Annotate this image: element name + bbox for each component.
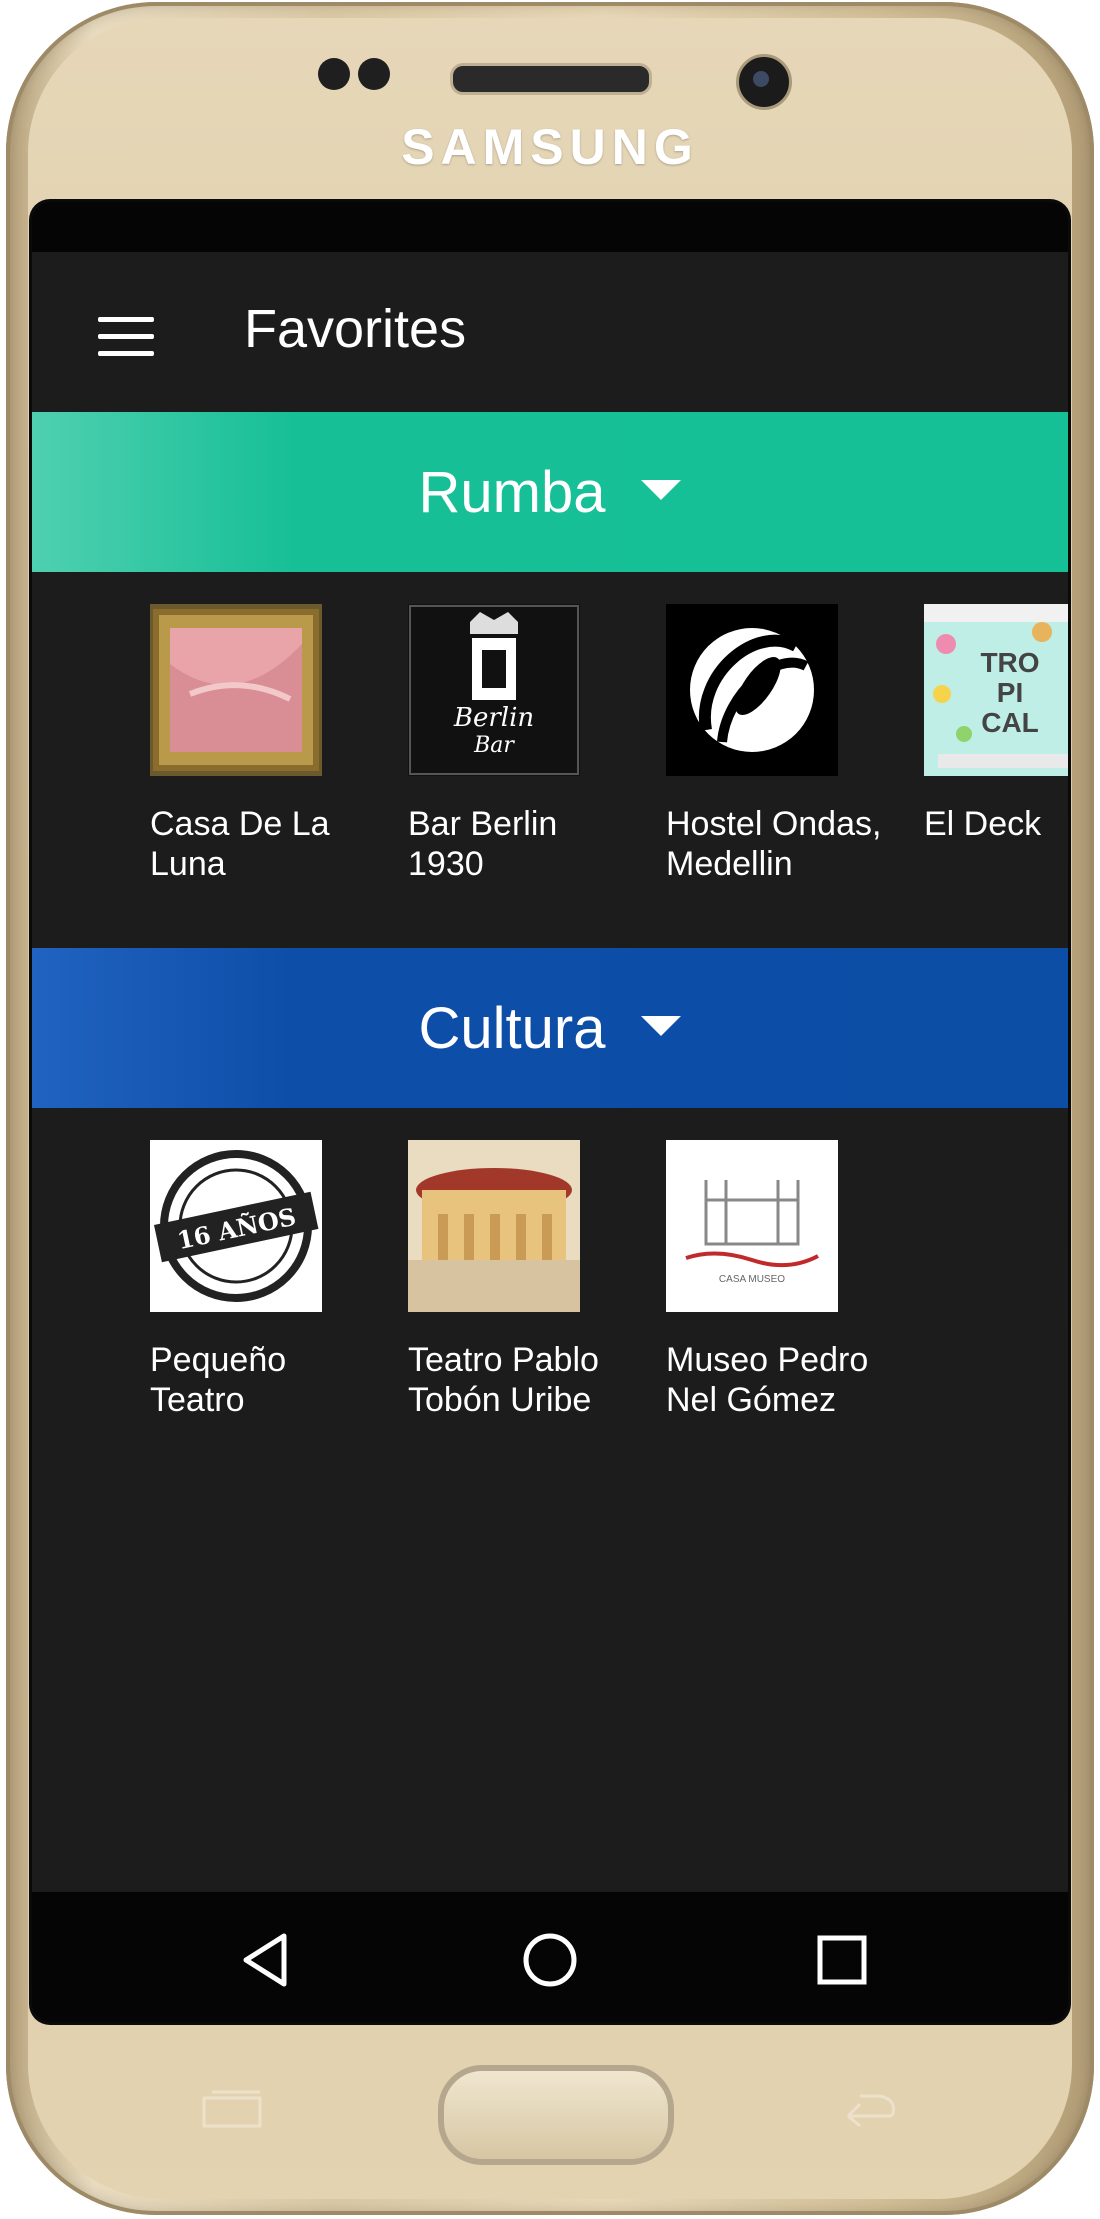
- item-label: Pequeño Teatro: [150, 1341, 287, 1419]
- item-label: Bar Berlin 1930: [408, 805, 558, 883]
- section-header-cultura[interactable]: Cultura: [32, 948, 1068, 1108]
- favorite-item-casa-de-la-luna[interactable]: Casa De La Luna: [150, 604, 390, 884]
- favorite-item-teatro-pablo-tobon-uribe[interactable]: Teatro Pablo Tobón Uribe: [408, 1140, 648, 1420]
- teatro-pablo-tobon-thumbnail: [408, 1140, 580, 1312]
- page-title: Favorites: [244, 299, 467, 359]
- pequeno-teatro-thumbnail: 16 AÑOS: [150, 1140, 322, 1312]
- screen: Favorites Rumba Casa De La Luna Berlin B…: [32, 202, 1068, 2022]
- favorite-item-el-deck[interactable]: TRO PI CAL El Deck: [924, 604, 1068, 844]
- hardware-home-button[interactable]: [438, 2065, 674, 2165]
- thumb-text: TRO: [980, 647, 1039, 678]
- hardware-back-icon[interactable]: [836, 2086, 902, 2134]
- favorite-item-pequeno-teatro[interactable]: 16 AÑOS Pequeño Teatro: [150, 1140, 390, 1420]
- favorite-item-museo-pedro-nel-gomez[interactable]: CASA MUSEO Museo Pedro Nel Gómez: [666, 1140, 906, 1420]
- favorite-item-hostel-ondas[interactable]: Hostel Ondas, Medellin: [666, 604, 906, 884]
- thumb-text: Berlin: [453, 703, 534, 733]
- sensor-dot: [358, 58, 390, 90]
- app-bar: Favorites: [32, 252, 1068, 412]
- hamburger-menu-icon[interactable]: [98, 317, 154, 356]
- brand-logo: SAMSUNG: [401, 119, 699, 175]
- thumb-text: CAL: [981, 707, 1039, 738]
- section-title: Rumba: [418, 459, 606, 525]
- home-circle-icon[interactable]: [520, 1930, 580, 1990]
- earpiece-speaker: [450, 63, 652, 95]
- item-label: Museo Pedro Nel Gómez: [666, 1341, 869, 1419]
- item-label: Casa De La Luna: [150, 805, 330, 883]
- dropdown-caret-icon: [641, 1016, 682, 1036]
- bar-berlin-thumbnail: Berlin Bar: [408, 604, 580, 776]
- el-deck-thumbnail: TRO PI CAL: [924, 604, 1068, 776]
- favorite-item-bar-berlin-1930[interactable]: Berlin Bar Bar Berlin 1930: [408, 604, 648, 884]
- rumba-row: Casa De La Luna Berlin Bar Bar Berlin 19…: [32, 604, 1068, 934]
- back-icon[interactable]: [236, 1930, 296, 1990]
- dropdown-caret-icon: [641, 480, 682, 500]
- sensor-dot: [318, 58, 350, 90]
- thumb-text: CASA MUSEO: [719, 1274, 785, 1285]
- museo-pedro-nel-gomez-thumbnail: CASA MUSEO: [666, 1140, 838, 1312]
- status-bar: [32, 202, 1068, 252]
- item-label: El Deck: [924, 805, 1042, 843]
- section-title: Cultura: [418, 995, 606, 1061]
- hostel-ondas-thumbnail: [666, 604, 838, 776]
- thumb-text: PI: [997, 677, 1023, 708]
- casa-de-la-luna-thumbnail: [150, 604, 322, 776]
- hardware-recents-icon[interactable]: [200, 2086, 266, 2134]
- front-camera: [736, 54, 792, 110]
- item-label: Hostel Ondas, Medellin: [666, 805, 882, 883]
- recents-square-icon[interactable]: [812, 1930, 872, 1990]
- thumb-text: Bar: [473, 733, 515, 758]
- section-header-rumba[interactable]: Rumba: [32, 412, 1068, 572]
- system-nav-bar: [32, 1892, 1068, 2022]
- item-label: Teatro Pablo Tobón Uribe: [408, 1341, 599, 1419]
- cultura-row: 16 AÑOS Pequeño Teatro Teatro Pablo Tobó…: [32, 1140, 1068, 1470]
